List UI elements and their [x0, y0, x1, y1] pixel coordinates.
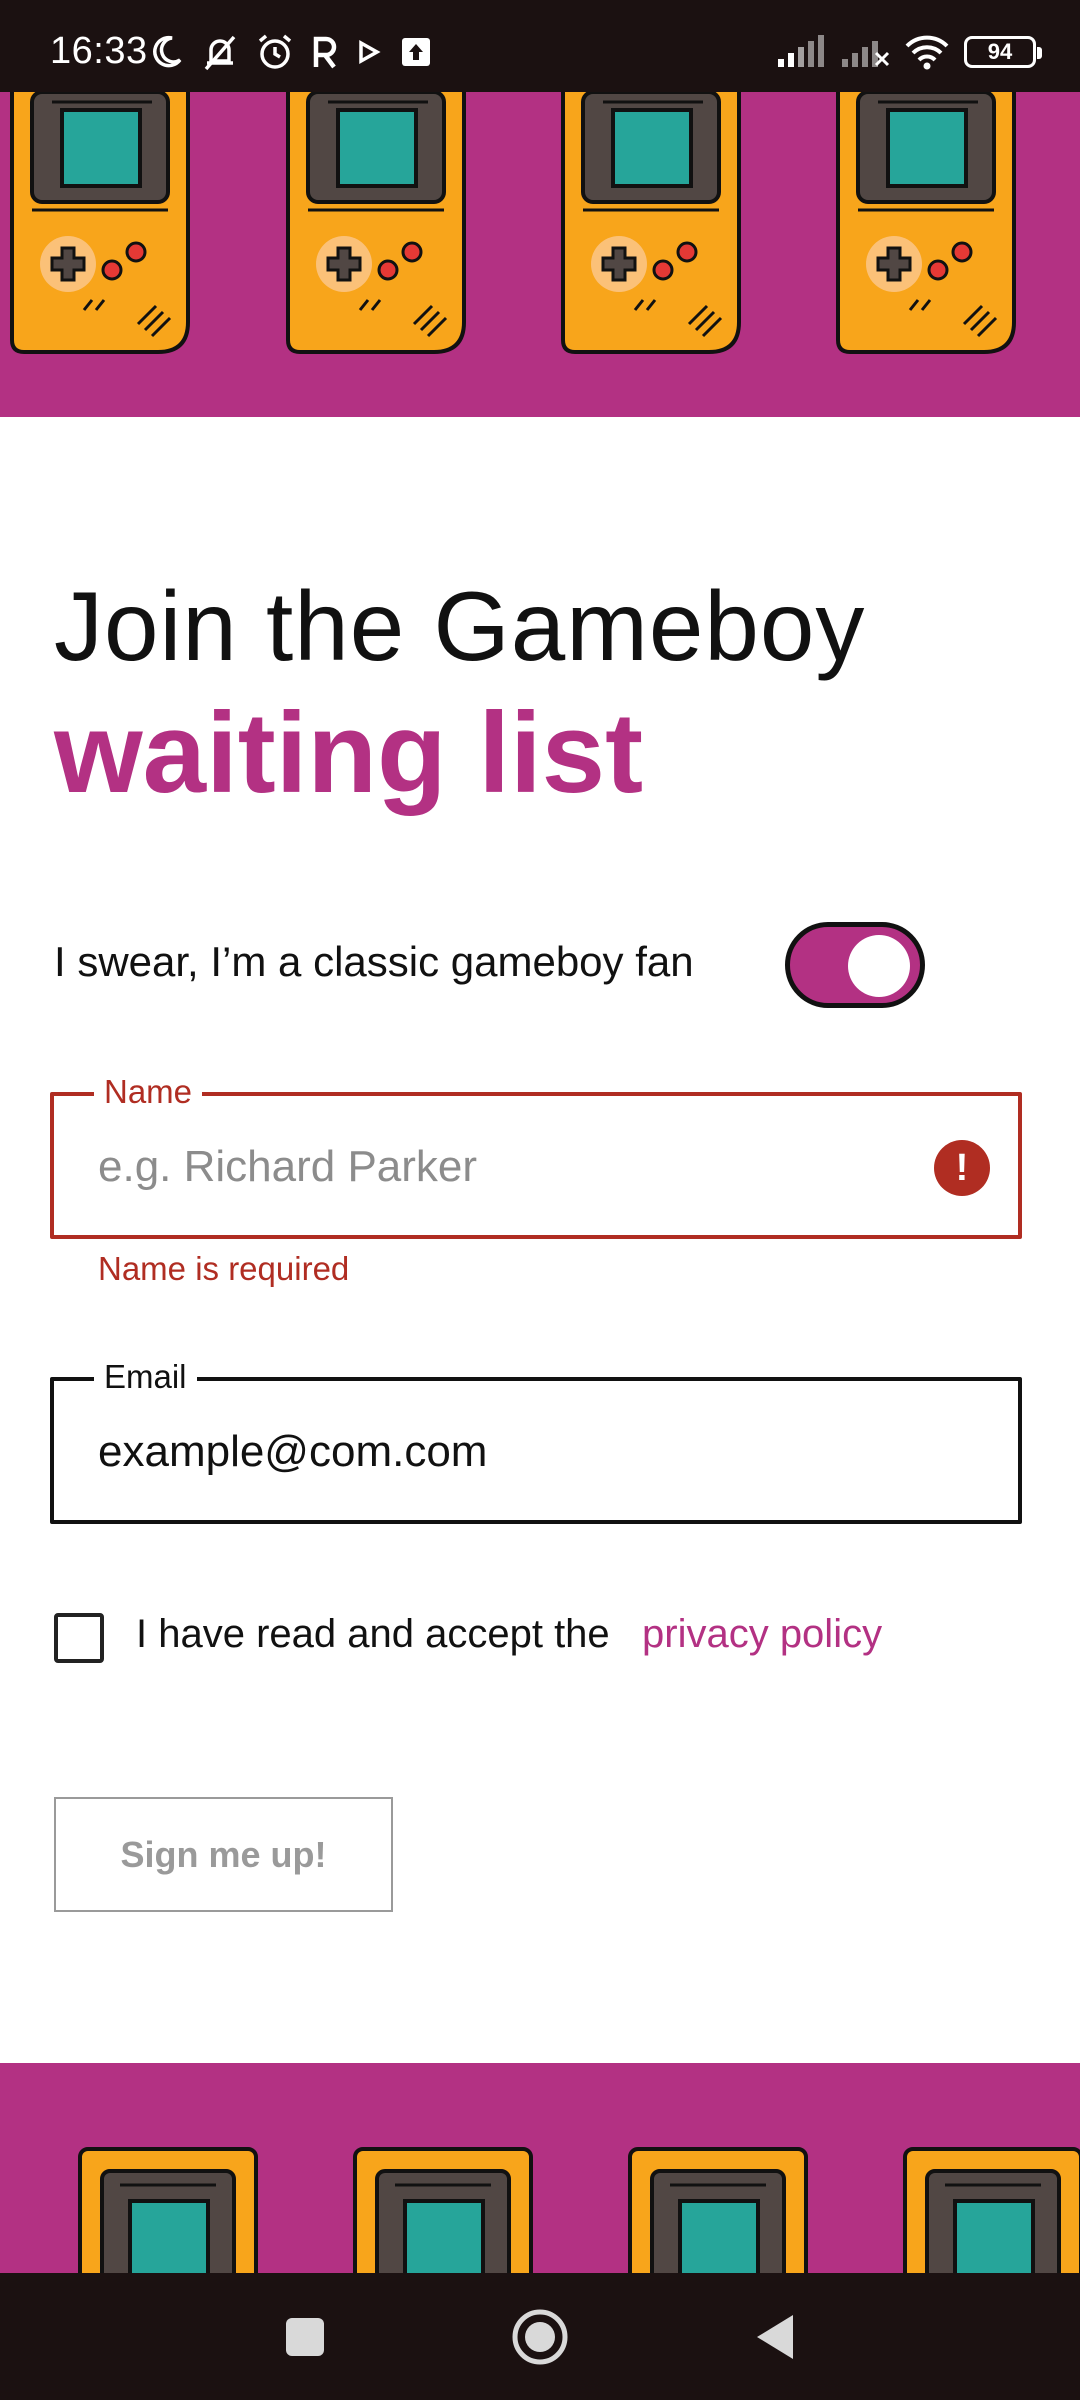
fan-toggle-label: I swear, I’m a classic gameboy fan	[54, 938, 694, 985]
privacy-checkbox[interactable]	[54, 1613, 104, 1663]
email-input[interactable]	[98, 1417, 918, 1487]
status-system-icons: 94	[776, 30, 1042, 74]
gameboy-illustration	[836, 92, 1016, 354]
moon-icon	[153, 35, 182, 68]
bell-off-icon	[204, 35, 236, 71]
back-button[interactable]	[725, 2273, 825, 2400]
status-notification-icons	[150, 30, 432, 74]
gameboy-illustration	[286, 92, 466, 354]
gameboy-illustration	[353, 2147, 533, 2273]
gameboy-illustration	[903, 2147, 1080, 2273]
bottom-gameboy-banner	[0, 2063, 1080, 2273]
privacy-checkbox-label: I have read and accept the	[136, 1612, 610, 1656]
home-circle-icon	[512, 2309, 568, 2364]
play-icon	[359, 40, 381, 64]
alarm-icon	[258, 34, 292, 69]
page-title-line2: waiting list	[54, 690, 644, 817]
status-time: 16:33	[50, 30, 148, 72]
gameboy-illustration	[10, 92, 190, 354]
home-button[interactable]	[490, 2273, 590, 2400]
sign-up-button[interactable]: Sign me up!	[54, 1797, 393, 1912]
gameboy-illustration	[78, 2147, 258, 2273]
privacy-policy-link[interactable]: privacy policy	[642, 1612, 882, 1657]
email-field-label: Email	[94, 1357, 197, 1397]
gameboy-illustration	[628, 2147, 808, 2273]
name-input[interactable]	[98, 1132, 918, 1202]
signal-icon	[778, 35, 824, 67]
top-gameboy-banner	[0, 92, 1080, 417]
r-app-icon	[313, 36, 337, 69]
battery-level: 94	[987, 39, 1013, 64]
back-triangle-icon	[757, 2314, 793, 2359]
signal-no-service-icon	[842, 41, 890, 67]
name-field[interactable]: Name !	[50, 1072, 1022, 1239]
toggle-knob	[848, 935, 910, 997]
upload-icon	[402, 38, 430, 66]
wifi-icon	[905, 35, 949, 70]
page-title-line1: Join the Gameboy	[54, 571, 866, 681]
name-error-message: Name is required	[98, 1250, 350, 1287]
email-field[interactable]: Email	[50, 1357, 1022, 1524]
recents-square-icon	[286, 2317, 324, 2356]
gameboy-illustration	[561, 92, 741, 354]
error-alert-icon: !	[934, 1140, 990, 1196]
battery-icon: 94	[964, 36, 1042, 68]
navigation-bar	[0, 2273, 1080, 2400]
name-field-label: Name	[94, 1072, 203, 1112]
status-bar: 16:33 94	[0, 0, 1080, 92]
recents-button[interactable]	[255, 2273, 355, 2400]
fan-toggle-switch[interactable]	[785, 922, 925, 1008]
